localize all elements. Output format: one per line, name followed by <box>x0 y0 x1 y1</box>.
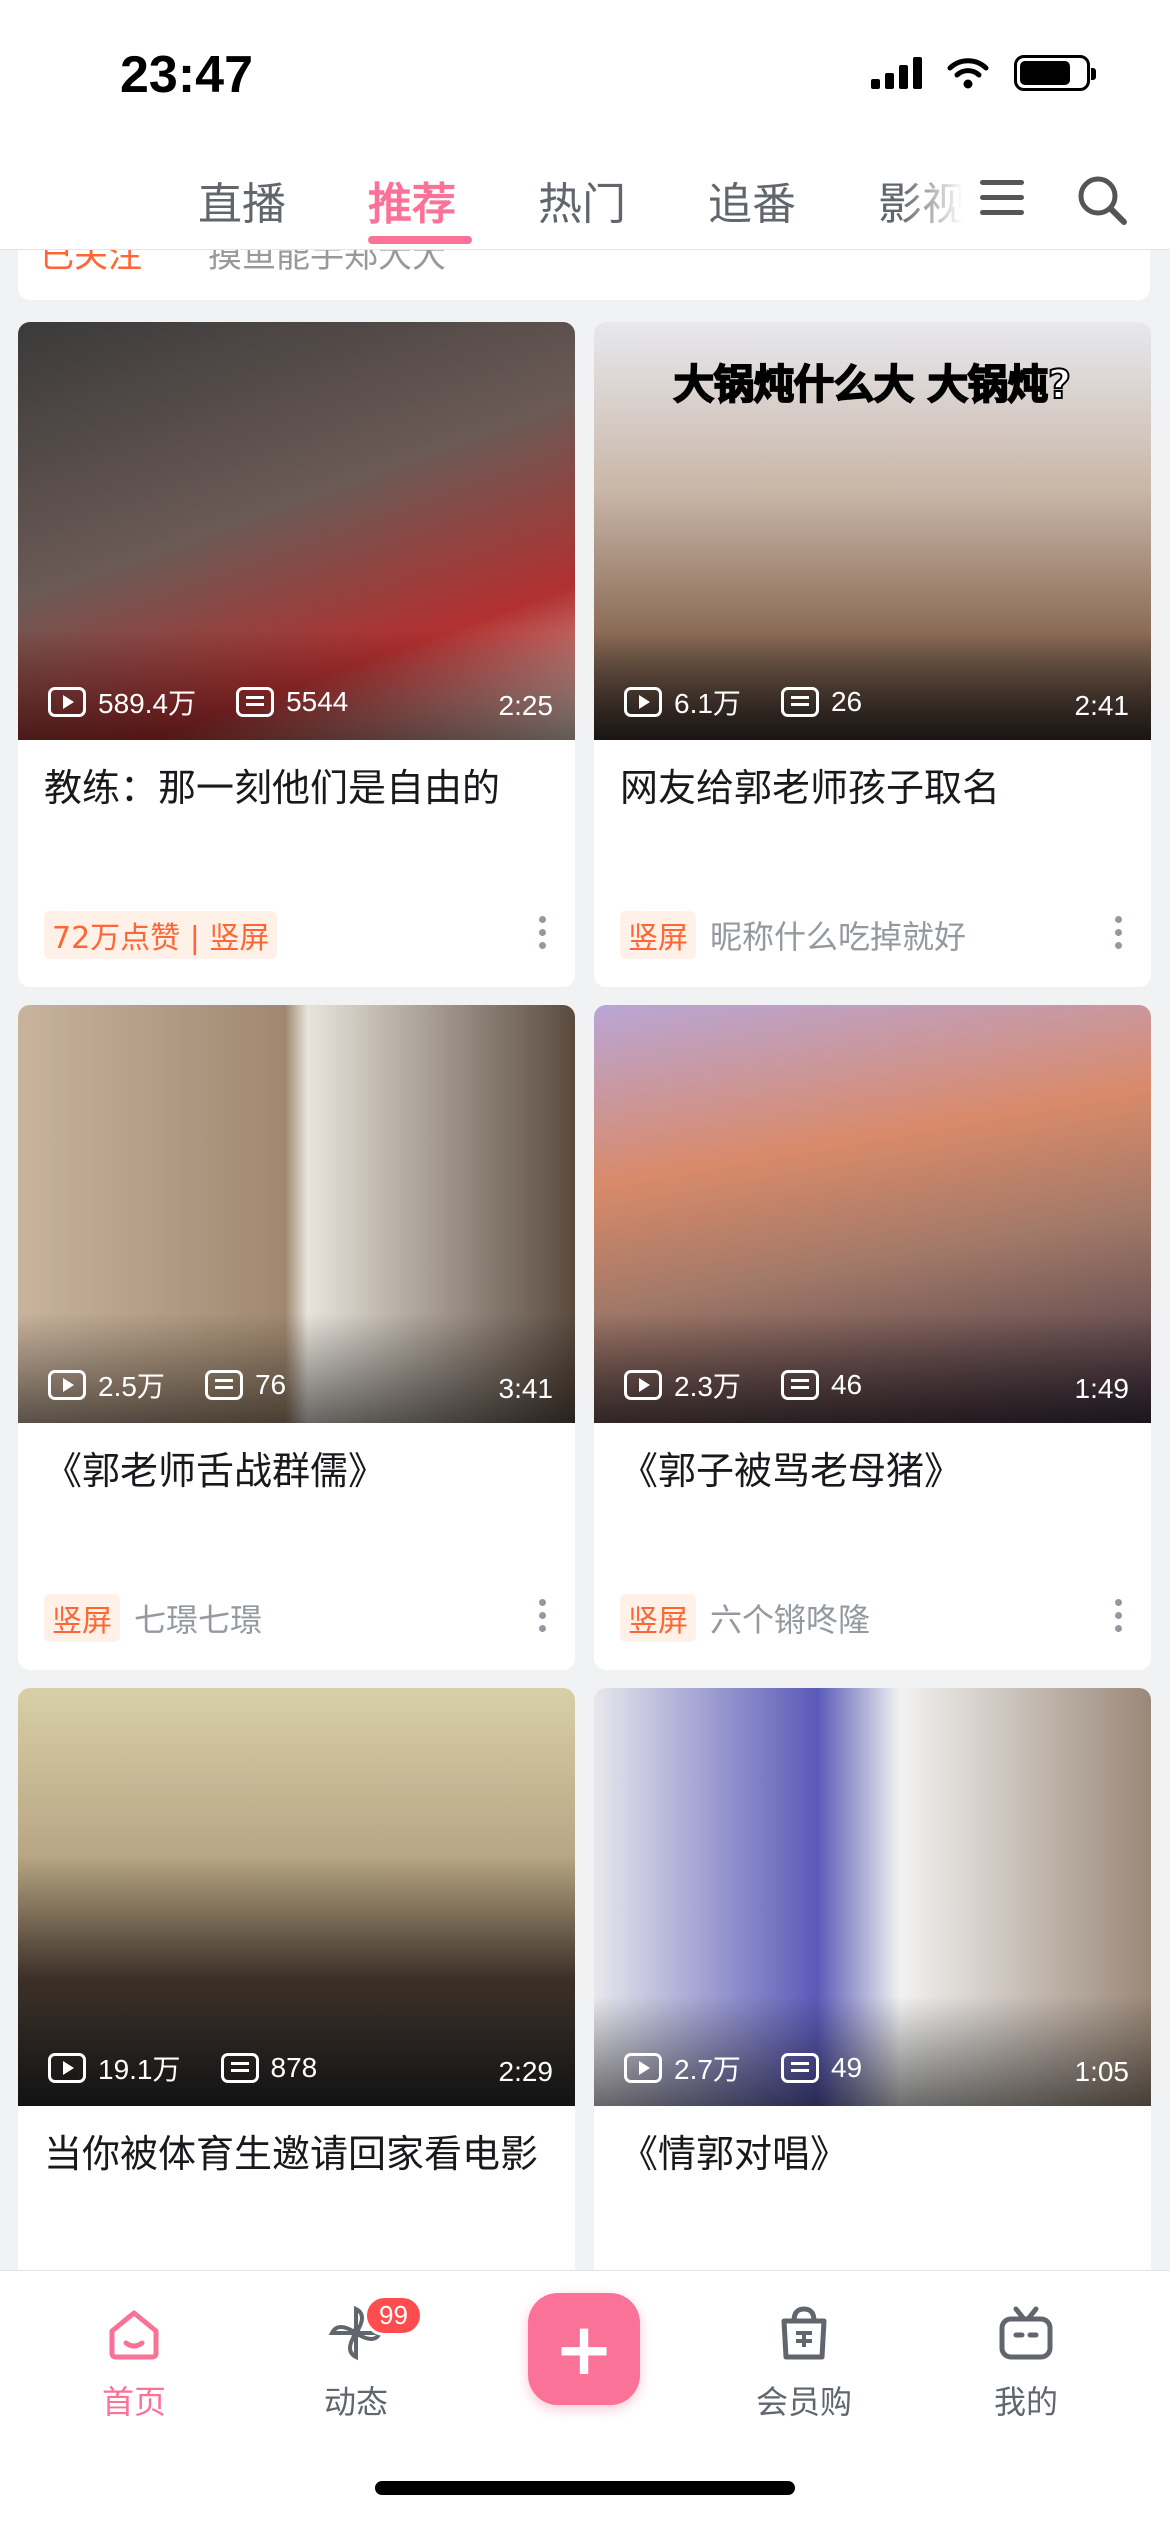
tab-hot[interactable]: 热门 <box>538 168 626 232</box>
play-count-icon <box>48 1370 86 1400</box>
danmaku-count-icon <box>204 1370 243 1400</box>
tab-live[interactable]: 直播 <box>198 168 286 232</box>
nav-dynamics[interactable]: 99 动态 <box>286 2295 426 2423</box>
home-indicator <box>375 2481 795 2495</box>
publish-button[interactable]: + <box>528 2293 640 2405</box>
play-count: 6.1万 <box>674 688 741 719</box>
video-feed: 已关注 摸鱼能手郑大大 589.4万 5544 2:25 教练：那一刻他们是自由… <box>0 250 1170 2270</box>
danmaku-count: 5544 <box>286 686 349 717</box>
video-card[interactable]: 2.3万 46 1:49 《郭子被骂老母猪》 竖屏 六个锵咚隆 <box>594 1005 1151 1670</box>
play-count: 589.4万 <box>98 688 197 719</box>
video-tag: 72万点赞 | 竖屏 <box>44 911 278 959</box>
wifi-icon <box>947 58 989 89</box>
video-thumbnail[interactable]: 2.3万 46 1:49 <box>594 1005 1151 1423</box>
video-title[interactable]: 当你被体育生邀请回家看电影 <box>18 2106 575 2256</box>
more-options-icon[interactable] <box>1115 1599 1123 1638</box>
tv-icon <box>999 2306 1053 2360</box>
video-subtitle: 七璟七璟 <box>134 1601 263 1639</box>
nav-home[interactable]: 首页 <box>64 2301 204 2423</box>
shopping-bag-icon <box>781 2306 827 2360</box>
video-title[interactable]: 《情郭对唱》 <box>594 2106 1151 2256</box>
danmaku-count-icon <box>780 2053 819 2083</box>
more-options-icon[interactable] <box>539 1599 547 1638</box>
nav-profile-label: 我的 <box>993 2383 1058 2421</box>
video-card[interactable]: 2.7万 49 1:05 《情郭对唱》 <box>594 1688 1151 2270</box>
home-icon <box>109 2310 159 2360</box>
danmaku-count: 49 <box>830 2052 863 2083</box>
battery-icon <box>1014 55 1096 91</box>
danmaku-count-icon <box>780 1370 819 1400</box>
video-subtitle: 昵称什么吃掉就好 <box>710 918 967 956</box>
danmaku-count-icon <box>780 687 819 717</box>
video-title[interactable]: 教练：那一刻他们是自由的 <box>18 740 575 890</box>
play-count-icon <box>624 2053 662 2083</box>
danmaku-count: 46 <box>830 1369 863 1400</box>
tab-recommend[interactable]: 推荐 <box>368 168 456 232</box>
play-count: 2.5万 <box>98 1371 165 1402</box>
danmaku-count-icon <box>236 687 275 717</box>
video-tag: 竖屏 <box>44 1594 120 1642</box>
menu-icon[interactable] <box>980 180 1024 220</box>
signal-icon <box>871 57 922 89</box>
video-duration: 2:41 <box>1074 690 1130 721</box>
video-subtitle: 六个锵咚隆 <box>710 1601 871 1639</box>
followed-tag: 已关注 <box>40 250 142 276</box>
video-tag: 竖屏 <box>620 1594 696 1642</box>
video-thumbnail[interactable]: 2.5万 76 3:41 <box>18 1005 575 1423</box>
nav-home-label: 首页 <box>101 2383 166 2421</box>
nav-vip-shop-label: 会员购 <box>755 2383 852 2421</box>
video-duration: 3:41 <box>498 1373 554 1404</box>
danmaku-count: 76 <box>254 1369 287 1400</box>
video-title[interactable]: 《郭老师舌战群儒》 <box>18 1423 575 1573</box>
notification-badge: 99 <box>364 2295 423 2336</box>
video-thumbnail[interactable]: 大锅炖什么大 大锅炖? 6.1万 26 2:41 <box>594 322 1151 740</box>
play-count: 2.7万 <box>674 2054 741 2085</box>
video-thumbnail[interactable]: 19.1万 878 2:29 <box>18 1688 575 2106</box>
play-count: 2.3万 <box>674 1371 741 1402</box>
status-bar: 23:47 <box>0 0 1170 150</box>
tab-anime[interactable]: 追番 <box>708 168 796 232</box>
video-thumbnail[interactable]: 2.7万 49 1:05 <box>594 1688 1151 2106</box>
danmaku-count: 878 <box>270 2052 318 2083</box>
more-options-icon[interactable] <box>1115 916 1123 955</box>
plus-icon: + <box>553 2307 615 2391</box>
video-duration: 1:49 <box>1074 1373 1130 1404</box>
active-tab-indicator <box>368 236 472 244</box>
video-duration: 2:25 <box>498 690 554 721</box>
bottom-nav: 首页 99 动态 + 会员购 我的 <box>0 2270 1170 2532</box>
status-icons <box>871 55 1096 91</box>
video-duration: 2:29 <box>498 2056 554 2087</box>
thumbnail-caption: 大锅炖什么大 大锅炖? <box>673 361 1072 409</box>
nav-profile[interactable]: 我的 <box>956 2301 1096 2423</box>
nav-vip-shop[interactable]: 会员购 <box>734 2301 874 2423</box>
danmaku-count-icon <box>220 2053 259 2083</box>
search-icon[interactable] <box>1072 170 1132 230</box>
video-title[interactable]: 《郭子被骂老母猪》 <box>594 1423 1151 1573</box>
video-card[interactable]: 19.1万 878 2:29 当你被体育生邀请回家看电影 <box>18 1688 575 2270</box>
video-thumbnail[interactable]: 589.4万 5544 2:25 <box>18 322 575 740</box>
play-count: 19.1万 <box>98 2054 181 2085</box>
danmaku-count: 26 <box>830 686 863 717</box>
uploader-name: 摸鱼能手郑大大 <box>208 250 446 276</box>
previous-card-fragment[interactable]: 已关注 摸鱼能手郑大大 <box>18 250 1150 300</box>
channel-tabs: 直播 推荐 热门 追番 影视 <box>0 150 1170 250</box>
play-count-icon <box>48 2053 86 2083</box>
status-time: 23:47 <box>120 46 253 104</box>
video-tag: 竖屏 <box>620 911 696 959</box>
video-title[interactable]: 网友给郭老师孩子取名 <box>594 740 1151 890</box>
video-duration: 1:05 <box>1074 2056 1130 2087</box>
nav-dynamics-label: 动态 <box>323 2383 388 2421</box>
play-count-icon <box>48 687 86 717</box>
more-options-icon[interactable] <box>539 916 547 955</box>
video-card[interactable]: 2.5万 76 3:41 《郭老师舌战群儒》 竖屏 七璟七璟 <box>18 1005 575 1670</box>
video-card[interactable]: 大锅炖什么大 大锅炖? 6.1万 26 2:41 网友给郭老师孩子取名 竖屏 昵… <box>594 322 1151 987</box>
play-count-icon <box>624 687 662 717</box>
play-count-icon <box>624 1370 662 1400</box>
video-card[interactable]: 589.4万 5544 2:25 教练：那一刻他们是自由的 72万点赞 | 竖屏 <box>18 322 575 987</box>
